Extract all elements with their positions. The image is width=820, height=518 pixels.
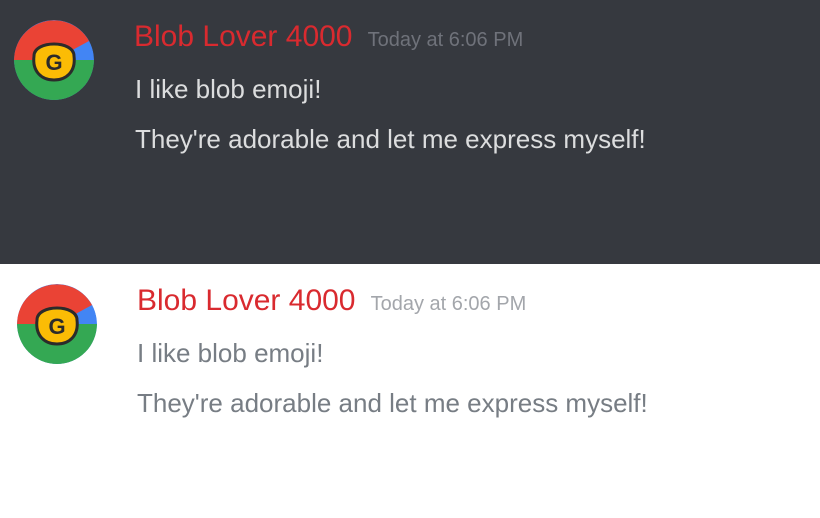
timestamp: Today at 6:06 PM <box>370 293 527 315</box>
svg-text:G: G <box>45 50 62 75</box>
timestamp: Today at 6:06 PM <box>367 29 524 51</box>
message-text: I like blob emoji! <box>135 74 322 104</box>
message-text: They're adorable and let me express myse… <box>135 124 646 154</box>
google-g-avatar-icon[interactable]: G <box>14 20 94 100</box>
svg-text:G: G <box>48 314 65 339</box>
message-text: I like blob emoji! <box>137 338 324 368</box>
username[interactable]: Blob Lover 4000 <box>137 284 356 317</box>
message-header: Blob Lover 4000 Today at 6:06 PM <box>137 284 526 318</box>
message-text: They're adorable and let me express myse… <box>137 388 648 418</box>
light-theme-panel: G Blob Lover 4000 Today at 6:06 PM I lik… <box>0 264 820 518</box>
username[interactable]: Blob Lover 4000 <box>134 20 353 53</box>
message-header: Blob Lover 4000 Today at 6:06 PM <box>134 20 523 54</box>
dark-theme-panel: G Blob Lover 4000 Today at 6:06 PM I lik… <box>0 0 820 264</box>
chat-message: G Blob Lover 4000 Today at 6:06 PM I lik… <box>0 0 820 200</box>
google-g-avatar-icon[interactable]: G <box>17 284 97 364</box>
chat-message: G Blob Lover 4000 Today at 6:06 PM I lik… <box>0 264 820 464</box>
